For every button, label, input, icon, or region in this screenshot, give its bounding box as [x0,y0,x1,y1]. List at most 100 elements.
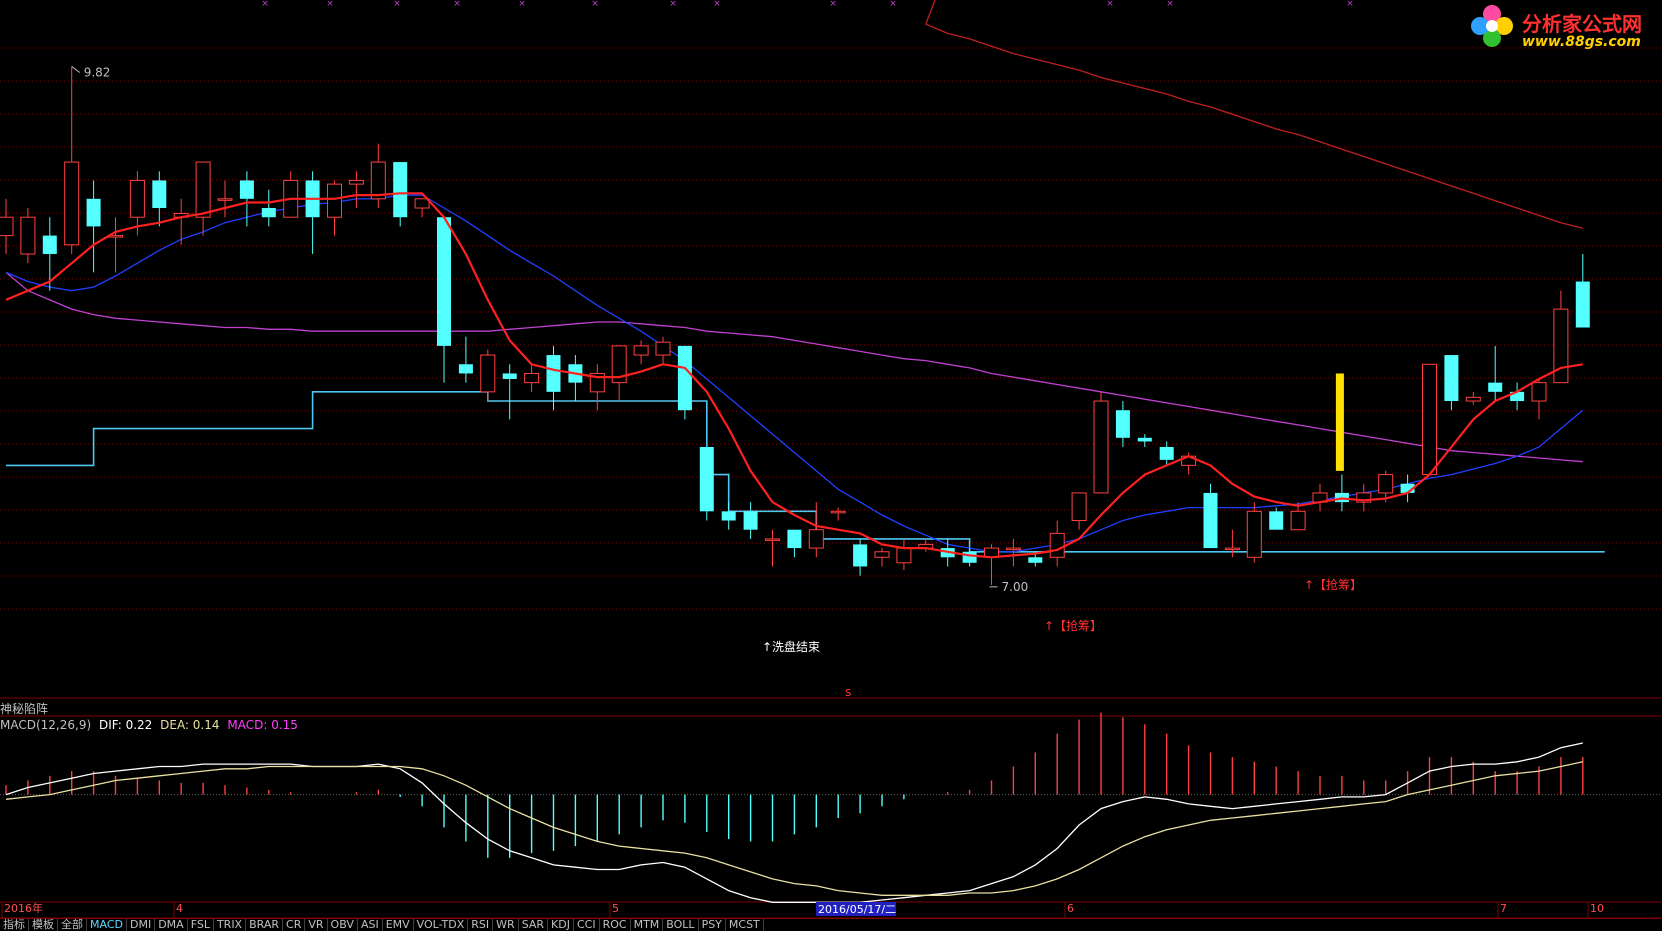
candle-body-down [1159,446,1174,460]
candle-body-down [677,345,692,411]
candle-body-down [962,551,977,563]
macd-hist-value: MACD: 0.15 [227,718,298,732]
candle-body-down [1575,281,1590,328]
candle-body-down [1203,492,1218,549]
candle-body-down [1269,511,1284,530]
toolbar-tab-mtm[interactable]: MTM [631,919,664,931]
candle-body-up [0,216,14,237]
toolbar-tab-mcst[interactable]: MCST [726,919,764,931]
candle-body-down [546,355,561,392]
candle-body-down [437,217,451,346]
candle-body-up [524,372,540,384]
candle-body-down [239,180,254,199]
candle-body-up [896,547,912,564]
flower-logo-icon [1471,5,1513,47]
toolbar-tab-asi[interactable]: ASI [358,919,383,931]
top-marker: × [669,0,677,9]
macd-header: MACD(12,26,9) DIF: 0.22 DEA: 0.14 MACD: … [0,718,298,732]
toolbar-tab-sar[interactable]: SAR [519,919,549,931]
candle-body-down [787,529,802,549]
candlestick-chart[interactable]: × × × × × × × × × × × × × 9.82 7.00 ↑洗盘结束 ↑【抢筹】 ↑【抢筹】 s 201… [0,0,1662,930]
panel-title: 神秘陷阵 [0,702,49,716]
top-marker: × [1106,0,1114,9]
candle-body-up [480,354,496,393]
candle-body-up [1005,547,1021,551]
macd-dea-value: DEA: 0.14 [160,718,220,732]
candle-body-up [1553,308,1569,384]
toolbar-tab-trix[interactable]: TRIX [214,919,247,931]
toolbar-tab-rsi[interactable]: RSI [468,919,494,931]
toolbar-tab-全部[interactable]: 全部 [58,919,87,931]
toolbar-tab-roc[interactable]: ROC [600,919,631,931]
toolbar-tab-fsl[interactable]: FSL [188,919,214,931]
candle-body-up [1290,510,1306,531]
toolbar-tab-cr[interactable]: CR [283,919,306,931]
candle-body-down [1444,355,1459,402]
candle-body-up [765,538,780,541]
top-marker: × [326,0,334,9]
candle-body-down [152,180,167,209]
candle-body-up [217,198,233,201]
toolbar-tab-cci[interactable]: CCI [574,919,600,931]
low-price-label: 7.00 [1002,580,1029,594]
axis-label-jun: 6 [1067,902,1074,915]
top-marker: × [713,0,721,9]
toolbar-tab-emv[interactable]: EMV [383,919,414,931]
top-marker: × [453,0,461,9]
toolbar-tab-boll[interactable]: BOLL [663,919,699,931]
chart-stage[interactable]: × × × × × × × × × × × × × 9.82 7.00 ↑洗盘结束 ↑【抢筹】 ↑【抢筹】 s 201… [0,0,1662,931]
toolbar-tab-模板[interactable]: 模板 [29,919,58,931]
toolbar-tab-指标[interactable]: 指标 [0,919,29,931]
s-marker: s [845,685,851,699]
toolbar-tab-vr[interactable]: VR [305,919,328,931]
logo-url: www.88gs.com [1522,34,1641,50]
candle-body-down [502,373,517,379]
indicator-toolbar: 指标 模板 全部 MACD DMI DMA FSL TRIX BRAR CR VR OBV ASI EMV… [0,918,1662,931]
toolbar-tab-dmi[interactable]: DMI [127,919,156,931]
top-marker: × [829,0,837,9]
high-price-label: 9.82 [84,65,111,79]
top-marker: × [518,0,526,9]
candle-body-up [1093,400,1109,494]
top-marker: × [591,0,599,9]
candle-body-up [348,179,364,185]
top-marker: × [393,0,401,9]
candle-body-up [64,161,80,246]
candle-body-up [370,161,386,200]
toolbar-tab-macd[interactable]: MACD [87,919,127,931]
candle-body-up [1378,474,1394,494]
toolbar-tab-psy[interactable]: PSY [699,919,726,931]
candle-body-up [1422,363,1437,476]
candle-body-up [1465,396,1481,402]
candle-body-up [129,179,145,218]
top-marker: × [1346,0,1354,9]
toolbar-tab-dma[interactable]: DMA [155,919,188,931]
toolbar-tab-kdj[interactable]: KDJ [548,919,574,931]
wash-end-label: ↑洗盘结束 [762,639,820,654]
top-marker: × [261,0,269,9]
axis-label-10: 10 [1590,902,1604,915]
candle-body-down [853,544,868,567]
candle-body-down [42,235,57,254]
candle-body-down [1028,557,1043,563]
toolbar-tab-wr[interactable]: WR [493,919,519,931]
toolbar-tab-obv[interactable]: OBV [328,919,358,931]
toolbar-tab-vol-tdx[interactable]: VOL-TDX [414,919,469,931]
grab-label-2: ↑【抢筹】 [1304,577,1362,592]
candle-body-down [393,162,408,218]
high-pointer [71,66,80,73]
candle-body-down [1488,382,1503,392]
candle-body-down [721,511,736,521]
candle-body-down [261,208,276,218]
candle-body-up [655,341,671,356]
candle-body-up [1246,510,1262,558]
toolbar-tab-brar[interactable]: BRAR [246,919,284,931]
candle-body-up [874,551,890,558]
candle-body-up [1049,532,1065,558]
top-marker: × [1166,0,1174,9]
axis-label-jul: 7 [1500,902,1507,915]
ma-long-line [5,271,1583,463]
candle-body-up [1531,382,1547,402]
ma-short-line [5,192,1583,559]
support-line [6,390,1605,553]
